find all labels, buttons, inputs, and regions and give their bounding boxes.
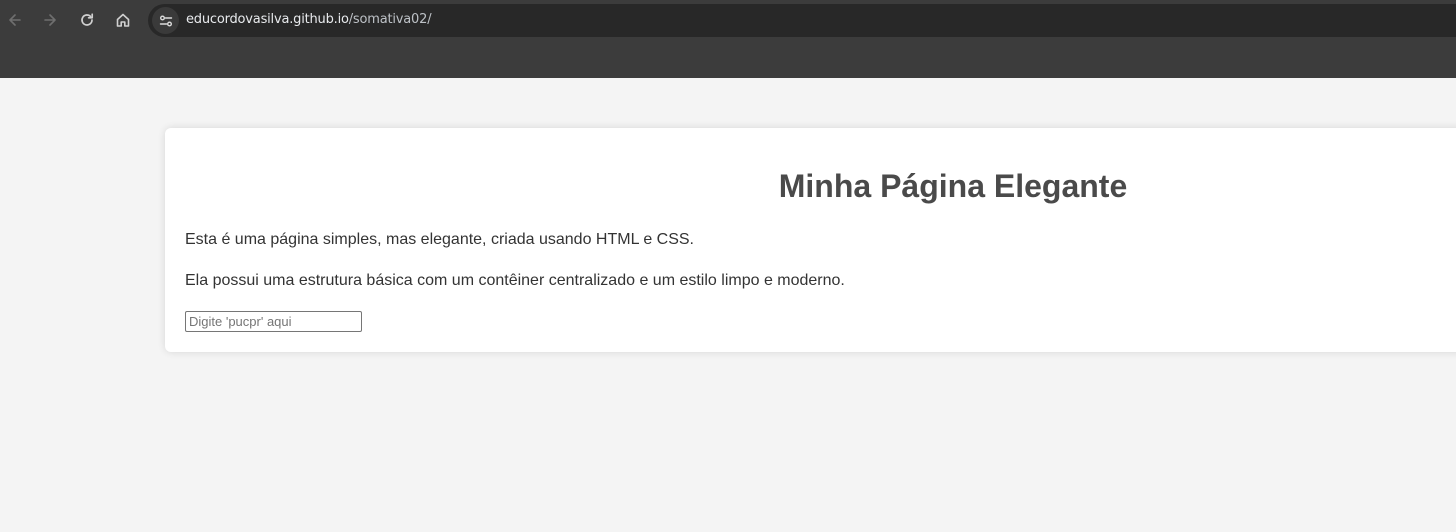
url-path: /somativa02/ <box>348 12 432 27</box>
site-info-button[interactable] <box>152 7 179 34</box>
content-container: Minha Página Elegante Esta é uma página … <box>165 128 1456 352</box>
url-host: educordovasilva.github.io <box>186 12 349 27</box>
browser-chrome: educordovasilva.github.io/somativa02/ <box>0 0 1456 78</box>
forward-button[interactable] <box>36 6 64 34</box>
url-text[interactable]: educordovasilva.github.io/somativa02/ <box>186 12 432 27</box>
page-title: Minha Página Elegante <box>778 168 1128 204</box>
pucpr-input[interactable] <box>185 311 362 332</box>
back-button[interactable] <box>1 6 29 34</box>
address-bar[interactable]: educordovasilva.github.io/somativa02/ <box>148 4 1456 37</box>
home-button[interactable] <box>109 6 137 34</box>
browser-toolbar: educordovasilva.github.io/somativa02/ <box>0 0 1456 40</box>
reload-button[interactable] <box>73 6 101 34</box>
home-icon <box>116 13 130 27</box>
tune-icon <box>159 15 172 26</box>
arrow-right-icon <box>44 14 56 26</box>
page-viewport: Minha Página Elegante Esta é uma página … <box>0 78 1456 532</box>
paragraph-intro: Esta é uma página simples, mas elegante,… <box>185 231 694 248</box>
arrow-left-icon <box>9 14 21 26</box>
reload-icon <box>81 13 94 26</box>
paragraph-description: Ela possui uma estrutura básica com um c… <box>185 272 845 289</box>
